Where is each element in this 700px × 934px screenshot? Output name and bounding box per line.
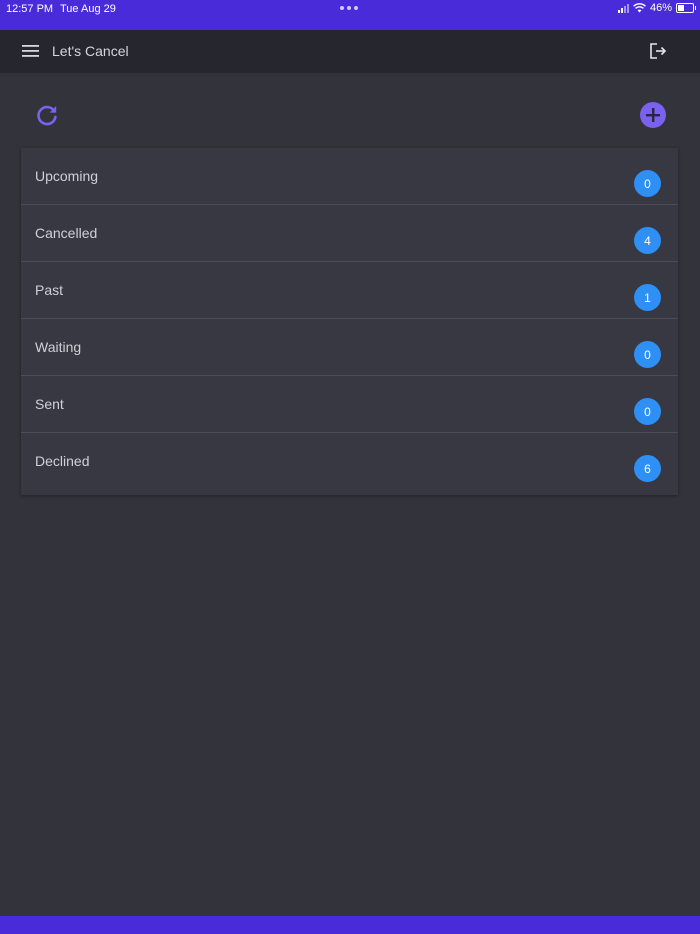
list-item-label: Waiting — [35, 339, 82, 355]
list-item-label: Sent — [35, 396, 64, 412]
list-item-label: Declined — [35, 453, 90, 469]
signal-icon — [617, 3, 629, 13]
hamburger-menu-icon[interactable] — [22, 43, 40, 59]
app-bar: Let's Cancel — [0, 30, 700, 73]
list-item-sent[interactable]: Sent 0 — [21, 376, 678, 433]
list-item-label: Past — [35, 282, 64, 298]
list-item-declined[interactable]: Declined 6 — [21, 433, 678, 495]
list-item-upcoming[interactable]: Upcoming 0 — [21, 148, 678, 205]
home-indicator-bar — [0, 916, 700, 934]
status-time: 12:57 PM — [6, 3, 54, 15]
list-item-cancelled[interactable]: Cancelled 4 — [21, 205, 678, 262]
list-item-past[interactable]: Past 1 — [21, 262, 678, 319]
status-bar: 12:57 PM Tue Aug 29 46% — [0, 0, 700, 30]
count-badge: 0 — [634, 170, 661, 197]
list-item-waiting[interactable]: Waiting 0 — [21, 319, 678, 376]
status-indicators: 46% — [617, 2, 696, 14]
count-badge: 1 — [634, 284, 661, 311]
count-badge: 0 — [634, 341, 661, 368]
category-list: Upcoming 0 Cancelled 4 Past 1 Waiting 0 … — [21, 148, 678, 495]
wifi-icon — [633, 3, 646, 13]
list-item-label: Upcoming — [35, 168, 99, 184]
logout-icon[interactable] — [648, 41, 668, 61]
status-date: Tue Aug 29 — [60, 3, 116, 15]
count-badge: 6 — [634, 455, 661, 482]
battery-icon — [676, 3, 696, 13]
plus-icon — [646, 108, 660, 122]
battery-percentage: 46% — [649, 2, 672, 14]
app-title: Let's Cancel — [52, 43, 129, 59]
add-button[interactable] — [640, 102, 666, 128]
count-badge: 4 — [634, 227, 661, 254]
list-item-label: Cancelled — [35, 225, 98, 241]
refresh-icon[interactable] — [34, 102, 60, 128]
multitasking-dots-icon[interactable] — [340, 6, 358, 10]
count-badge: 0 — [634, 398, 661, 425]
